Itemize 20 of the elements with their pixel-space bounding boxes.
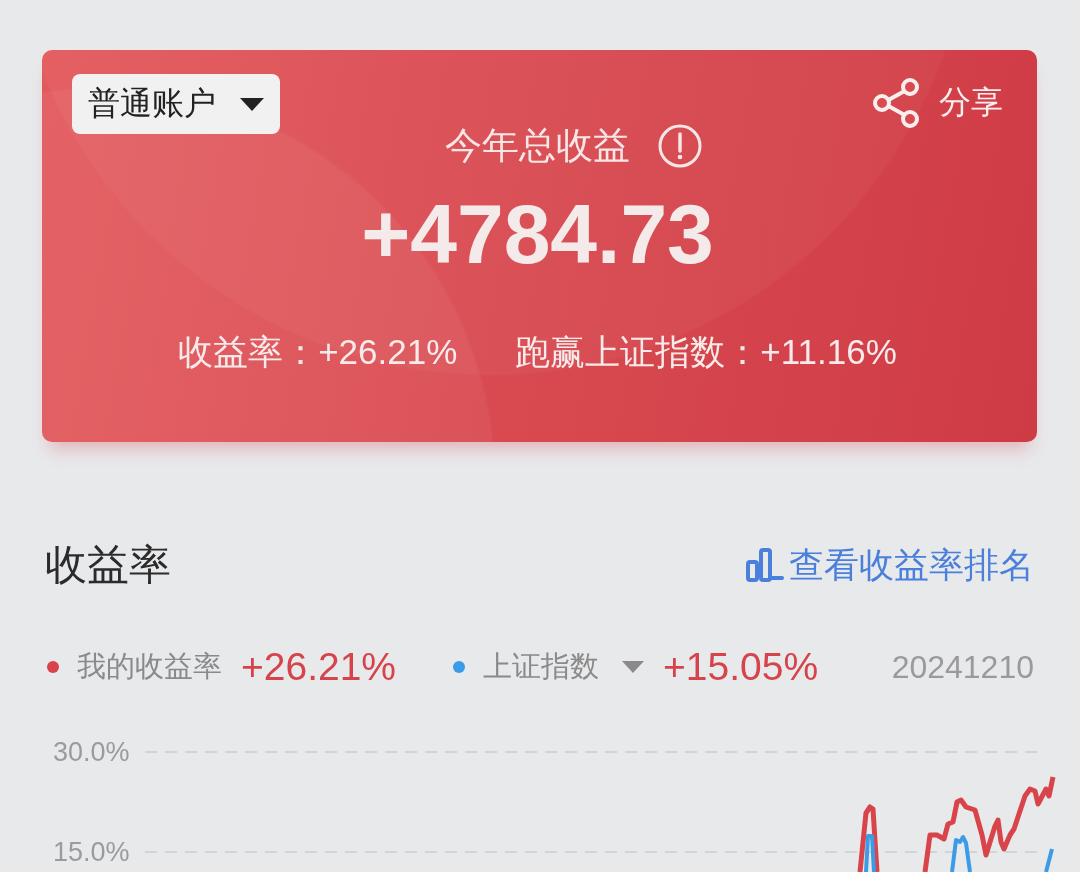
stat-text: 跑赢上证指数：+11.16% (515, 331, 897, 373)
series-label: 我的收益率 (77, 649, 222, 684)
summary-title: 今年总收益 (445, 125, 630, 167)
section-title: 收益率 (45, 540, 171, 590)
account-dropdown[interactable]: 普通账户 (72, 74, 280, 134)
date-text: 20241210 (891, 648, 1034, 686)
index-select[interactable]: 上证指数 (483, 647, 645, 687)
total-amount: +4784.73 (361, 192, 714, 276)
caret-down-icon (240, 97, 264, 111)
share-button[interactable]: 分享 (872, 78, 1003, 128)
series-value: +26.21% (241, 645, 397, 689)
bar-chart-icon (746, 548, 784, 582)
share-icon (872, 78, 920, 128)
axis-label: 30.0% (53, 738, 131, 766)
series-value: +15.05% (663, 645, 819, 689)
exclamation-circle-icon[interactable] (658, 124, 702, 168)
axis-label: 15.0% (53, 838, 131, 866)
caret-down-icon (622, 661, 645, 673)
ranking-link[interactable]: 查看收益率排名 (746, 543, 1034, 587)
stat-text: 收益率：+26.21% (178, 331, 458, 373)
